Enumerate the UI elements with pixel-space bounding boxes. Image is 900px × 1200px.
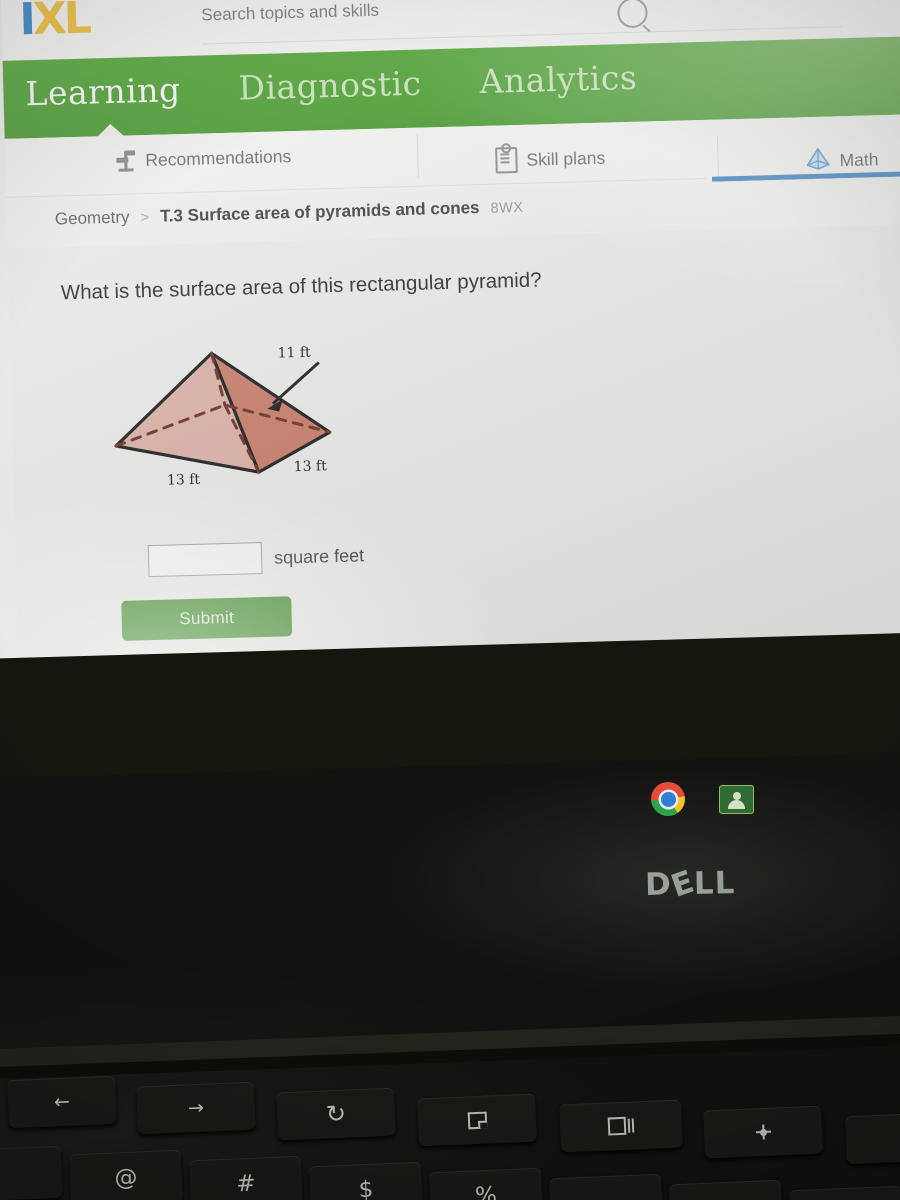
sidebar-item-recommendations[interactable]: Recommendations: [115, 145, 291, 172]
forward-arrow-icon: →: [187, 1096, 205, 1120]
hash-symbol: #: [235, 1170, 257, 1198]
breadcrumb-skill-code: 8WX: [490, 199, 524, 217]
clipboard-icon: [495, 143, 518, 174]
signpost-icon: [115, 149, 137, 172]
brightness-key[interactable]: [703, 1105, 823, 1159]
ixl-logo[interactable]: IXL: [19, 0, 90, 45]
dell-logo: DELL: [644, 863, 736, 905]
overview-key[interactable]: [559, 1099, 683, 1153]
photo-of-laptop-screen: IXL Learning Diagnostic Analytics: [0, 0, 900, 1200]
reload-key[interactable]: ↻: [276, 1087, 396, 1141]
answer-input[interactable]: [147, 542, 263, 578]
nav-tab-learning[interactable]: Learning: [25, 70, 181, 113]
subject-label: Math: [839, 149, 879, 171]
nav-tab-diagnostic[interactable]: Diagnostic: [238, 64, 422, 108]
sidebar-item-skill-plans[interactable]: Skill plans: [495, 143, 606, 174]
at-symbol: @: [113, 1164, 139, 1192]
at-key[interactable]: @: [68, 1149, 184, 1200]
brightness-up-key[interactable]: [845, 1111, 900, 1165]
breadcrumb-separator-icon: >: [140, 208, 150, 227]
reload-icon: ↻: [325, 1099, 347, 1129]
brightness-icon: [759, 1128, 767, 1136]
nav-divider-1: [416, 133, 419, 178]
breadcrumb-skill[interactable]: T.3 Surface area of pyramids and cones: [160, 198, 480, 227]
exclamation-key[interactable]: [0, 1145, 64, 1200]
dollar-symbol: $: [358, 1176, 374, 1200]
submit-button[interactable]: Submit: [121, 596, 293, 641]
fullscreen-icon: [467, 1111, 487, 1129]
answer-unit-label: square feet: [273, 544, 365, 568]
dollar-key[interactable]: $: [308, 1161, 424, 1200]
asterisk-key[interactable]: [788, 1185, 900, 1200]
breadcrumb-subject[interactable]: Geometry: [55, 208, 130, 230]
fullscreen-key[interactable]: [417, 1093, 537, 1147]
ampersand-key[interactable]: [668, 1179, 784, 1200]
base-edge-left-label: 13 ft: [166, 471, 201, 489]
laptop-keyboard: ← → ↻ @ # $ %: [0, 1013, 900, 1200]
caret-key[interactable]: [548, 1173, 664, 1200]
chrome-icon[interactable]: [651, 782, 685, 816]
window-overview-icon: [607, 1116, 635, 1136]
forward-arrow-key[interactable]: →: [136, 1081, 256, 1135]
nav-divider-2: [716, 135, 720, 180]
base-edge-right-label: 13 ft: [293, 458, 327, 476]
pyramid-icon: [805, 147, 831, 177]
recommendations-label: Recommendations: [145, 145, 292, 170]
ixl-web-page: IXL Learning Diagnostic Analytics: [0, 0, 900, 669]
percent-symbol: %: [474, 1182, 498, 1200]
percent-key[interactable]: %: [428, 1167, 544, 1200]
question-prompt: What is the surface area of this rectang…: [60, 268, 542, 305]
back-arrow-key[interactable]: ←: [7, 1075, 117, 1129]
nav-tab-analytics[interactable]: Analytics: [479, 58, 638, 101]
slant-height-label: 11 ft: [277, 344, 311, 362]
hash-key[interactable]: #: [188, 1155, 304, 1200]
search-icon[interactable]: [617, 0, 648, 29]
logo-letters-xl: XL: [32, 0, 90, 46]
green-app-icon[interactable]: [719, 785, 754, 814]
back-arrow-icon: ←: [53, 1090, 71, 1114]
question-area: What is the surface area of this rectang…: [7, 224, 900, 669]
search-bar: [201, 0, 842, 45]
pyramid-figure: 11 ft 13 ft 13 ft: [105, 337, 449, 516]
skill-plans-label: Skill plans: [526, 147, 606, 170]
answer-row: square feet: [147, 539, 365, 578]
